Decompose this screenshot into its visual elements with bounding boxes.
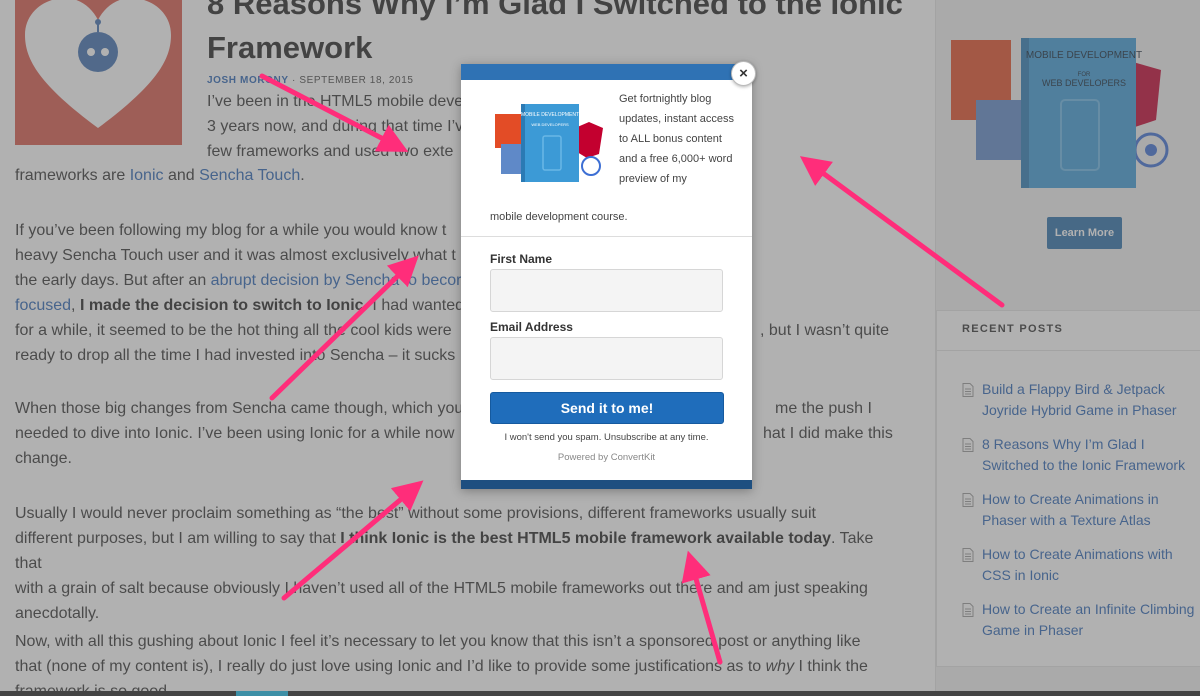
first-name-label: First Name bbox=[490, 252, 553, 266]
modal-bottom-bar bbox=[461, 480, 752, 489]
first-name-field[interactable] bbox=[490, 269, 723, 312]
email-field[interactable] bbox=[490, 337, 723, 380]
close-icon: × bbox=[739, 65, 748, 82]
bottom-bar bbox=[0, 691, 1200, 696]
promo-text: Get fortnightly blog updates, instant ac… bbox=[619, 93, 734, 185]
modal-top-bar bbox=[461, 64, 752, 80]
book-title-text: MOBILE DEVELOPMENT bbox=[521, 112, 579, 118]
promo-text-continued: mobile development course. bbox=[490, 211, 628, 223]
close-button[interactable]: × bbox=[731, 61, 756, 86]
divider bbox=[461, 236, 752, 237]
email-label: Email Address bbox=[490, 320, 573, 334]
book-illustration: MOBILE DEVELOPMENT WEB DEVELOPERS bbox=[495, 104, 603, 182]
powered-by-link[interactable]: Powered by ConvertKit bbox=[461, 452, 752, 463]
bottom-tab[interactable] bbox=[236, 691, 288, 696]
signup-modal: × MOBILE DEVELOPMENT WEB DEVELOPERS Get … bbox=[461, 61, 756, 489]
book-sub-text: WEB DEVELOPERS bbox=[531, 122, 569, 127]
submit-button[interactable]: Send it to me! bbox=[490, 392, 724, 424]
book-promo-image: MOBILE DEVELOPMENT WEB DEVELOPERS bbox=[491, 94, 604, 186]
spam-notice: I won't send you spam. Unsubscribe at an… bbox=[504, 432, 709, 443]
